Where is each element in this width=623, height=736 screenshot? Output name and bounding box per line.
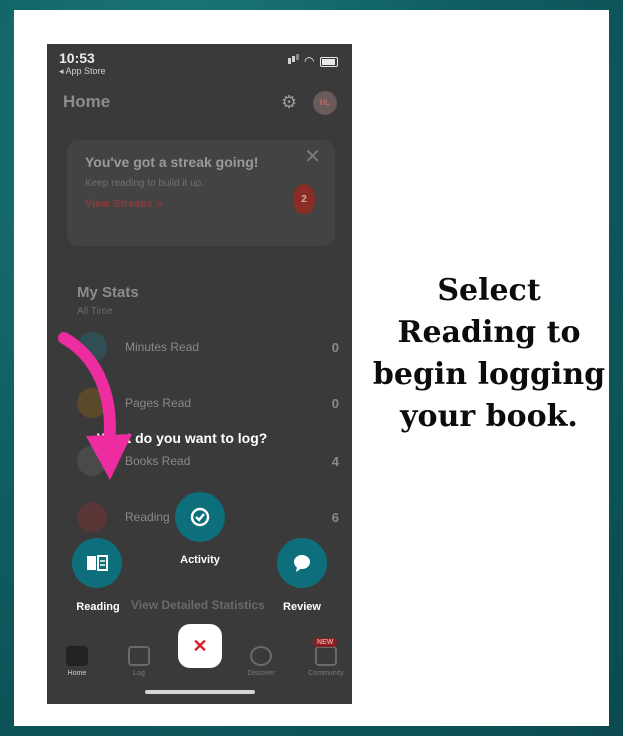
instruction-caption: Select Reading to begin logging your boo… xyxy=(372,273,606,434)
gear-icon[interactable]: ⚙ xyxy=(281,92,297,113)
pointing-arrow-icon xyxy=(58,332,132,480)
tab-community[interactable]: Community xyxy=(301,646,351,677)
new-badge: NEW xyxy=(313,638,338,647)
reading-button[interactable] xyxy=(72,538,122,588)
stats-title: My Stats xyxy=(77,284,139,301)
close-icon: ✕ xyxy=(192,636,208,656)
tab-log[interactable]: Log xyxy=(119,646,159,677)
tab-label: Log xyxy=(133,670,145,677)
avatar[interactable]: HL xyxy=(313,91,337,115)
log-icon xyxy=(128,646,150,666)
status-time: 10:53 xyxy=(59,50,95,66)
battery-icon xyxy=(320,57,338,67)
wifi-icon: ◠ xyxy=(304,54,315,68)
speech-bubble-icon xyxy=(294,555,310,572)
back-to-app-store[interactable]: ◂ App Store xyxy=(59,66,106,77)
status-icons: ◠ xyxy=(278,54,338,68)
tab-label: Discover xyxy=(247,670,275,677)
close-button[interactable]: ✕ xyxy=(178,624,222,668)
home-icon xyxy=(66,646,88,666)
calendar-icon xyxy=(77,502,107,532)
tab-label: Home xyxy=(67,670,87,677)
tab-home[interactable]: Home xyxy=(57,646,97,677)
page-title: Home xyxy=(63,92,111,111)
stat-label: Reading xyxy=(125,510,170,524)
home-indicator xyxy=(145,690,255,694)
tab-label: Community xyxy=(308,670,344,677)
stat-value: 4 xyxy=(331,454,339,469)
book-icon xyxy=(87,555,108,571)
tab-discover[interactable]: Discover xyxy=(241,646,281,677)
streak-title: You've got a streak going! xyxy=(85,154,259,170)
review-button[interactable] xyxy=(277,538,327,588)
activity-button[interactable] xyxy=(175,492,225,542)
signal-icon xyxy=(288,58,291,64)
check-circle-icon xyxy=(190,507,210,527)
flame-icon: 2 xyxy=(293,184,315,214)
stat-value: 0 xyxy=(331,340,339,355)
view-detailed-statistics-link[interactable]: View Detailed Statistics xyxy=(131,598,265,612)
stat-value: 0 xyxy=(331,396,339,411)
community-icon xyxy=(315,646,337,666)
review-label: Review xyxy=(283,601,321,613)
view-streaks-link[interactable]: View Streaks > xyxy=(85,198,162,210)
close-icon[interactable]: ✕ xyxy=(304,144,321,169)
stats-subtitle: All Time xyxy=(77,306,113,317)
stat-value: 6 xyxy=(331,510,339,525)
instruction-card: 10:53 ◂ App Store ◠ Home ⚙ HL You've got… xyxy=(14,10,609,726)
reading-label: Reading xyxy=(76,601,120,613)
streak-subtitle: Keep reading to build it up. xyxy=(85,178,204,189)
streak-card: You've got a streak going! Keep reading … xyxy=(67,140,335,246)
activity-label: Activity xyxy=(180,554,220,566)
compass-icon xyxy=(250,646,272,666)
